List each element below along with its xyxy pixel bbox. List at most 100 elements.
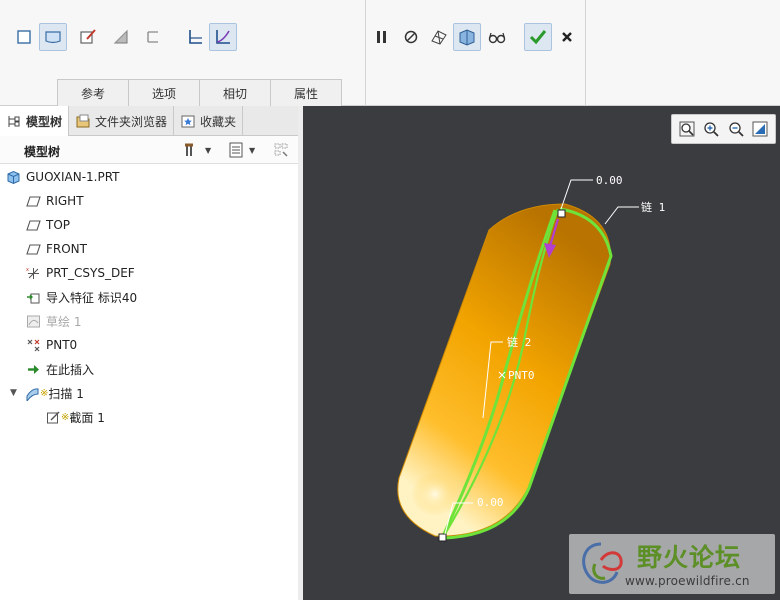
insert-here-arrow-icon	[28, 364, 39, 374]
new-feature-star-icon: ※	[61, 411, 70, 423]
tab-favorites-label: 收藏夹	[200, 114, 237, 129]
sweep-options-group: 参考 选项 相切 属性	[0, 0, 366, 106]
tree-item-csys[interactable]: x PRT_CSYS_DEF	[26, 262, 135, 284]
ribbon: 参考 选项 相切 属性	[0, 0, 780, 106]
tools-icon	[185, 143, 193, 156]
tree-item-label: PNT0	[46, 338, 78, 352]
refit-icon	[679, 121, 695, 137]
tree-filter-button[interactable]	[272, 140, 290, 160]
cancel-button[interactable]	[553, 23, 581, 51]
constant-section-button[interactable]	[181, 23, 209, 51]
start-point-handle[interactable]	[557, 209, 566, 218]
tree-header: 模型树 ▼ ▼	[0, 136, 300, 164]
tree-item-label: 导入特征 标识40	[46, 290, 138, 305]
tree-item-right[interactable]: RIGHT	[26, 190, 84, 212]
tree-item-label: 扫描 1	[48, 386, 84, 401]
tree-item-section[interactable]: ※ 截面 1	[46, 406, 105, 428]
surface-icon	[45, 31, 61, 44]
model-tree-icon	[8, 115, 20, 127]
constant-section-icon	[189, 30, 202, 44]
tab-references[interactable]: 参考	[57, 79, 129, 106]
tree-item-insert-here[interactable]: 在此插入	[26, 358, 94, 380]
zoom-in-button[interactable]	[702, 120, 720, 138]
chevron-down-icon: ▼	[249, 145, 256, 155]
geometry-preview-icon	[459, 29, 475, 46]
tab-options[interactable]: 选项	[128, 79, 200, 106]
dim-top-label[interactable]: 0.00	[596, 174, 623, 187]
tree-item-pnt0[interactable]: PNT0	[26, 334, 77, 356]
variable-section-button[interactable]	[209, 23, 237, 51]
ribbon-tabs: 参考 选项 相切 属性	[57, 79, 342, 106]
create-section-button[interactable]	[74, 23, 102, 51]
folder-browser-icon	[76, 114, 90, 128]
no-preview-button[interactable]	[397, 23, 425, 51]
dim-bottom-label[interactable]: 0.00	[477, 496, 504, 509]
tab-folder-browser[interactable]: 文件夹浏览器	[69, 106, 175, 136]
repaint-button[interactable]	[751, 120, 769, 138]
watermark-url: www.proewildfire.cn	[625, 574, 750, 588]
forum-logo-icon	[582, 542, 623, 584]
expand-arrow-icon[interactable]: ▼	[10, 388, 20, 398]
tab-model-tree-label: 模型树	[26, 115, 63, 129]
graphics-window[interactable]: 0.00 链 1 链 2 PNT0 0.00 野火论坛 www.proewild…	[303, 106, 780, 600]
confirm-button[interactable]	[524, 23, 552, 51]
zoom-out-icon	[728, 122, 744, 137]
sketch-icon	[27, 315, 40, 327]
checkmark-icon	[529, 30, 547, 45]
tree-item-label: RIGHT	[46, 194, 84, 208]
tree-item-root[interactable]: GUOXIAN-1.PRT	[6, 166, 120, 188]
repaint-icon	[752, 121, 768, 137]
datum-plane-icon	[26, 195, 41, 207]
tree-item-front[interactable]: FRONT	[26, 238, 87, 260]
thicken-icon	[147, 31, 158, 43]
tab-tangency[interactable]: 相切	[199, 79, 271, 106]
part-icon	[7, 170, 20, 184]
surface-button[interactable]	[39, 23, 67, 51]
svg-text:x: x	[26, 267, 29, 273]
remove-material-button[interactable]	[107, 23, 135, 51]
tree-item-import-feature[interactable]: 导入特征 标识40	[26, 286, 137, 308]
remove-material-icon	[113, 29, 128, 44]
chain-2-label[interactable]: 链 2	[507, 335, 531, 349]
verify-mode-button[interactable]	[483, 23, 511, 51]
tree-item-label: GUOXIAN-1.PRT	[26, 170, 120, 184]
mesh-preview-icon	[431, 30, 447, 45]
tab-properties[interactable]: 属性	[270, 79, 342, 106]
csys-icon: x	[26, 267, 39, 279]
tab-model-tree[interactable]: 模型树	[0, 106, 70, 137]
preview-geometry-button[interactable]	[453, 23, 481, 51]
solid-icon	[17, 30, 31, 44]
thicken-button[interactable]	[139, 23, 167, 51]
model-scene: 0.00 链 1 链 2 PNT0 0.00	[397, 174, 665, 542]
pause-button[interactable]	[368, 23, 396, 51]
import-feature-icon	[27, 293, 40, 303]
tree-settings-dropdown[interactable]: ▼	[183, 140, 211, 160]
close-icon	[562, 32, 572, 42]
zoom-in-icon	[704, 122, 720, 137]
list-icon	[229, 142, 243, 158]
view-toolbar	[671, 114, 776, 144]
datum-plane-icon	[26, 243, 41, 255]
tree-item-label: 截面 1	[69, 410, 105, 425]
feature-control-group	[366, 0, 586, 106]
tree-item-label: PRT_CSYS_DEF	[46, 266, 135, 280]
new-feature-star-icon: ※	[40, 387, 49, 399]
refit-button[interactable]	[678, 120, 696, 138]
tree-item-sketch[interactable]: 草绘 1	[26, 310, 81, 332]
tree-item-sweep[interactable]: ▼ ※ 扫描 1	[10, 382, 84, 404]
tab-folder-browser-label: 文件夹浏览器	[95, 114, 168, 129]
tab-favorites[interactable]: 收藏夹	[174, 106, 244, 136]
zoom-out-button[interactable]	[727, 120, 745, 138]
section-sketch-icon	[47, 411, 60, 423]
tree-item-top[interactable]: TOP	[26, 214, 70, 236]
solid-button[interactable]	[10, 23, 38, 51]
end-point-handle[interactable]	[438, 533, 447, 542]
sketch-edit-icon	[80, 29, 96, 44]
chain-1-label[interactable]: 链 1	[641, 200, 665, 214]
datum-plane-icon	[26, 219, 41, 231]
navigator-tabs: 模型树 文件夹浏览器 收藏夹	[0, 106, 303, 137]
tree-item-label: FRONT	[46, 242, 87, 256]
tree-columns-dropdown[interactable]: ▼	[227, 140, 255, 160]
tree-item-label: 草绘 1	[46, 314, 82, 329]
preview-mesh-button[interactable]	[425, 23, 453, 51]
